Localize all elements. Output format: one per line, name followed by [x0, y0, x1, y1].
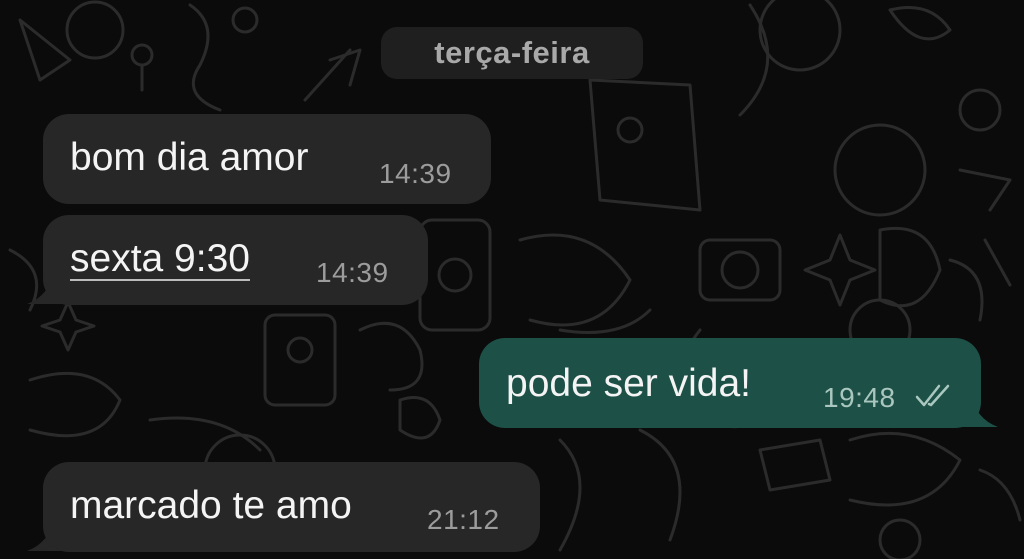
message-time: 19:48 [823, 382, 896, 413]
read-double-check-icon [915, 384, 950, 407]
message-text: marcado te amo [70, 484, 352, 527]
message-time: 14:39 [316, 257, 389, 288]
message-time: 21:12 [427, 504, 500, 535]
message-link-text[interactable]: sexta 9:30 [70, 237, 250, 281]
date-separator: terça-feira [381, 27, 643, 79]
incoming-message-bubble[interactable]: marcado te amo 21:12 [43, 462, 540, 552]
message-text: pode ser vida! [506, 362, 751, 405]
message-text: bom dia amor [70, 136, 309, 179]
incoming-message-bubble[interactable]: bom dia amor 14:39 [43, 114, 491, 204]
incoming-message-bubble[interactable]: sexta 9:30 14:39 [43, 215, 428, 305]
message-time: 14:39 [379, 158, 452, 189]
outgoing-message-bubble[interactable]: pode ser vida! 19:48 [479, 338, 981, 428]
